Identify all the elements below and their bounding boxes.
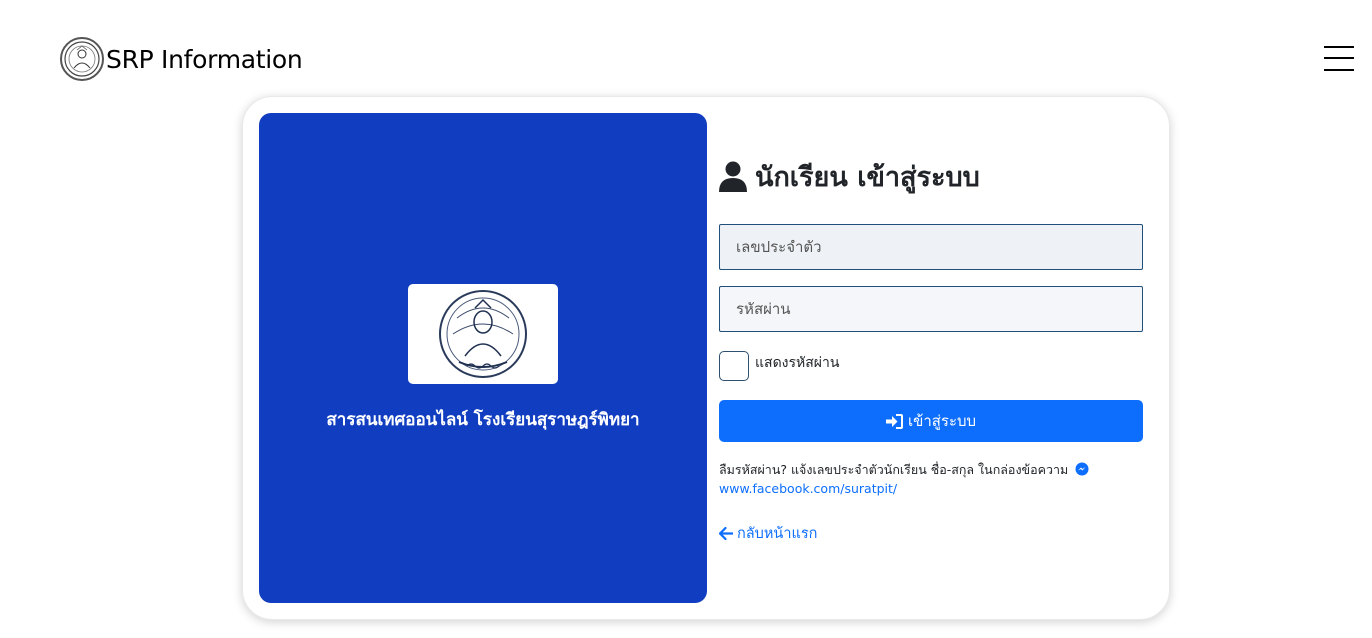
- brand[interactable]: SRP Information: [60, 37, 303, 81]
- school-name: สารสนเทศออนไลน์ โรงเรียนสุราษฎร์พิทยา: [326, 410, 640, 430]
- navbar: SRP Information: [0, 0, 1372, 96]
- school-logo: [408, 284, 558, 384]
- login-button[interactable]: เข้าสู่ระบบ: [719, 400, 1143, 442]
- forgot-password-text: ลืมรหัสผ่าน? แจ้งเลขประจำตัวนักเรียน ชื่…: [719, 462, 1069, 477]
- login-title-text: นักเรียน เข้าสู่ระบบ: [755, 162, 980, 193]
- show-password-label: แสดงรหัสผ่าน: [755, 355, 840, 371]
- login-card: สารสนเทศออนไลน์ โรงเรียนสุราษฎร์พิทยา นั…: [242, 96, 1170, 620]
- facebook-link[interactable]: www.facebook.com/suratpit/: [719, 481, 897, 496]
- show-password-checkbox[interactable]: [719, 351, 749, 381]
- messenger-icon: [1075, 462, 1089, 476]
- school-seal-icon: [439, 290, 527, 378]
- hamburger-menu-icon[interactable]: [1324, 44, 1354, 72]
- login-title: นักเรียน เข้าสู่ระบบ: [719, 155, 980, 198]
- sign-in-icon: [885, 413, 903, 429]
- brand-title: SRP Information: [106, 44, 303, 74]
- student-id-input[interactable]: [719, 224, 1143, 270]
- forgot-password-note: ลืมรหัสผ่าน? แจ้งเลขประจำตัวนักเรียน ชื่…: [719, 460, 1143, 498]
- arrow-left-icon: [719, 527, 733, 540]
- password-input[interactable]: [719, 286, 1143, 332]
- back-home-link[interactable]: กลับหน้าแรก: [719, 522, 817, 545]
- show-password-toggle[interactable]: แสดงรหัสผ่าน: [719, 351, 839, 381]
- login-form: นักเรียน เข้าสู่ระบบ แสดงรหัสผ่าน เข้าสู…: [719, 97, 1159, 621]
- back-home-label: กลับหน้าแรก: [737, 526, 818, 542]
- school-seal-icon: [60, 37, 104, 81]
- user-icon: [719, 161, 747, 192]
- login-button-label: เข้าสู่ระบบ: [907, 412, 977, 430]
- school-info-panel: สารสนเทศออนไลน์ โรงเรียนสุราษฎร์พิทยา: [259, 113, 707, 603]
